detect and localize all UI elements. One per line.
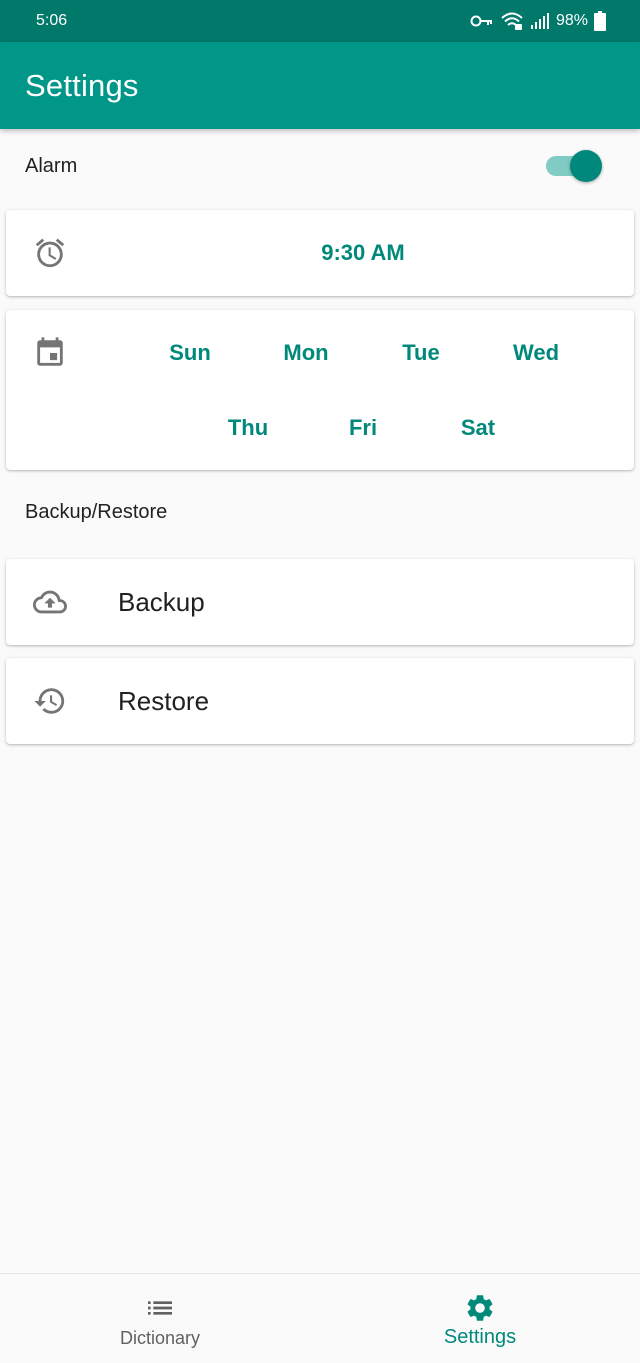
app-bar: Settings <box>0 42 640 129</box>
gear-icon <box>464 1292 496 1324</box>
nav-item-settings[interactable]: Settings <box>320 1274 640 1363</box>
nav-label-dictionary: Dictionary <box>119 1328 201 1348</box>
nav-item-dictionary[interactable]: Dictionary <box>0 1274 320 1363</box>
day-thu[interactable]: Thu <box>198 415 298 441</box>
backup-button[interactable]: Backup <box>6 559 634 645</box>
restore-history-icon <box>33 684 67 718</box>
day-fri[interactable]: Fri <box>313 415 413 441</box>
restore-button[interactable]: Restore <box>6 658 634 744</box>
alarm-label: Alarm <box>25 154 78 177</box>
bottom-navigation: Dictionary Settings <box>0 1273 640 1362</box>
alarm-time-card[interactable]: 9:30 AM <box>6 210 634 296</box>
status-bar: 5:06 98% <box>0 0 640 42</box>
battery-level: 98% <box>555 12 588 29</box>
signal-icon <box>530 12 550 30</box>
status-time: 5:06 <box>36 12 68 29</box>
day-wed[interactable]: Wed <box>486 340 586 366</box>
switch-thumb <box>570 150 602 182</box>
backup-label: Backup <box>118 586 205 617</box>
status-icons: 98% <box>470 11 606 31</box>
day-sun[interactable]: Sun <box>140 340 240 366</box>
nav-label-settings: Settings <box>443 1326 517 1348</box>
alarm-switch[interactable] <box>544 149 602 183</box>
restore-label: Restore <box>118 685 210 716</box>
alarm-time-value[interactable]: 9:30 AM <box>6 210 634 296</box>
alarm-toggle-row[interactable]: Alarm <box>0 129 640 203</box>
cloud-upload-icon <box>33 585 67 619</box>
vpn-key-icon <box>470 13 494 29</box>
day-mon[interactable]: Mon <box>256 340 356 366</box>
day-tue[interactable]: Tue <box>371 340 471 366</box>
wifi-icon <box>500 11 524 31</box>
calendar-icon <box>33 336 67 370</box>
day-sat[interactable]: Sat <box>428 415 528 441</box>
alarm-days-card: Sun Mon Tue Wed Thu Fri Sat <box>6 310 634 470</box>
backup-restore-header: Backup/Restore <box>25 501 168 523</box>
battery-icon <box>594 11 606 31</box>
page-title: Settings <box>25 67 139 103</box>
list-icon <box>144 1292 176 1324</box>
